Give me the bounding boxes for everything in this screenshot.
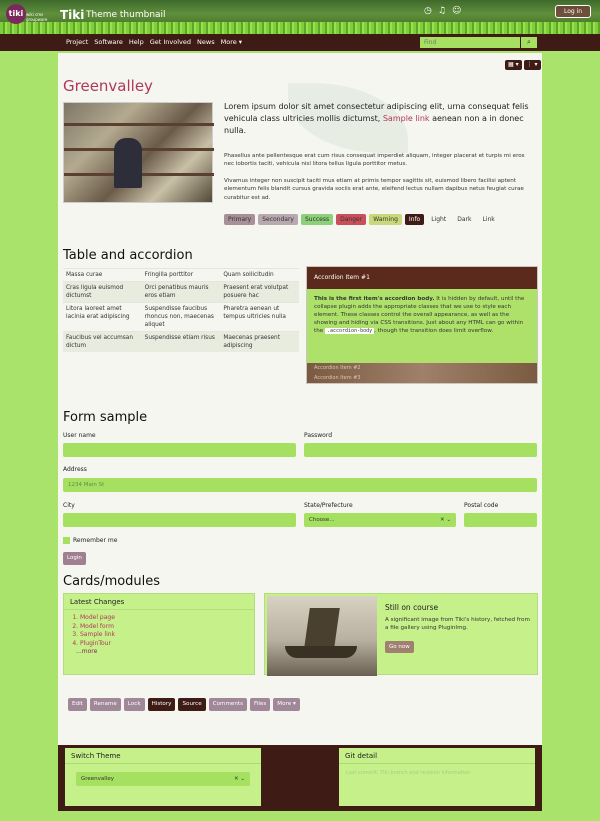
dark-button[interactable]: Dark bbox=[453, 214, 475, 225]
git-detail-module: Git detail Last commit: Tiki branch and … bbox=[339, 748, 535, 806]
clock-icon[interactable]: ◷ bbox=[424, 6, 432, 16]
site-subtitle: Theme thumbnail bbox=[86, 10, 166, 20]
primary-button[interactable]: Primary bbox=[224, 214, 256, 225]
remember-label: Remember me bbox=[73, 537, 118, 544]
go-now-button[interactable]: Go now bbox=[385, 641, 414, 653]
state-label: State/Prefecture bbox=[304, 502, 353, 509]
more-link[interactable]: ...more bbox=[64, 648, 254, 655]
success-button[interactable]: Success bbox=[300, 214, 334, 225]
history-button[interactable]: History bbox=[147, 698, 176, 711]
latest-changes-module: Latest Changes Model page Model form Sam… bbox=[63, 593, 255, 675]
cards-heading: Cards/modules bbox=[63, 574, 161, 589]
remember-checkbox[interactable] bbox=[63, 537, 70, 544]
list-item[interactable]: Model page bbox=[80, 614, 254, 623]
rename-button[interactable]: Rename bbox=[89, 698, 121, 711]
module-title: Latest Changes bbox=[64, 594, 254, 610]
page-title: Greenvalley bbox=[63, 77, 153, 95]
table-heading: Table and accordion bbox=[63, 248, 193, 263]
card-text: A significant image from Tiki's history,… bbox=[385, 617, 530, 631]
accordion-item-3-header[interactable]: Accordion Item #3 bbox=[307, 373, 537, 383]
lock-button[interactable]: Lock bbox=[123, 698, 145, 711]
accordion-body: This is the first item's accordion body.… bbox=[307, 289, 537, 363]
page-toolbar: ▦ ▾ ⋮ ▾ bbox=[505, 60, 541, 70]
image-card: Still on course A significant image from… bbox=[264, 593, 538, 676]
nav-item-help[interactable]: Help bbox=[129, 38, 144, 46]
list-item[interactable]: PluginTour bbox=[80, 640, 254, 649]
bell-icon[interactable]: ♫ bbox=[438, 6, 446, 16]
page-actions: Edit Rename Lock History Source Comments… bbox=[68, 698, 300, 711]
nav-item-get-involved[interactable]: Get Involved bbox=[150, 38, 191, 46]
grid-icon[interactable]: ▦ ▾ bbox=[505, 60, 522, 70]
logo-tagline: wiki cms groupware bbox=[26, 12, 48, 22]
edit-button[interactable]: Edit bbox=[68, 698, 87, 711]
grass-decoration bbox=[0, 22, 600, 34]
table-row: Cras ligula euismod dictumst Orci penatib… bbox=[63, 281, 299, 303]
form-heading: Form sample bbox=[63, 410, 148, 425]
nav-item-software[interactable]: Software bbox=[94, 38, 123, 46]
ship-photo bbox=[267, 596, 377, 676]
nav-item-more[interactable]: More ▾ bbox=[221, 38, 242, 46]
address-field[interactable]: 1234 Main St bbox=[63, 478, 537, 492]
list-item[interactable]: Sample link bbox=[80, 631, 254, 640]
postal-label: Postal code bbox=[464, 502, 499, 509]
light-button[interactable]: Light bbox=[427, 214, 450, 225]
accordion-item-1-header[interactable]: Accordion Item #1 bbox=[307, 267, 537, 289]
user-icon[interactable]: ☺ bbox=[452, 6, 461, 16]
paragraph-1: Phasellus ante pellentesque erat cum ris… bbox=[224, 153, 525, 168]
username-label: User name bbox=[63, 432, 96, 439]
sample-table: Massa curae Fringilla porttitor Quam solli… bbox=[63, 268, 299, 352]
comments-button[interactable]: Comments bbox=[208, 698, 248, 711]
lead-paragraph: Lorem ipsum dolor sit amet consectetur a… bbox=[224, 102, 529, 135]
address-label: Address bbox=[63, 466, 87, 473]
form-login-button[interactable]: Login bbox=[63, 552, 86, 565]
module-title: Git detail bbox=[339, 748, 535, 764]
state-select[interactable]: Choose... ✕ ⌄ bbox=[304, 513, 456, 527]
danger-button[interactable]: Danger bbox=[336, 214, 367, 225]
paragraph-2: Vivamus integer non suscipit taciti mus … bbox=[224, 178, 524, 201]
login-button[interactable]: Log in bbox=[555, 5, 591, 18]
search-input[interactable] bbox=[420, 37, 520, 48]
top-navbar: Project Software Help Get Involved News … bbox=[0, 34, 600, 51]
link-button[interactable]: Link bbox=[478, 214, 498, 225]
tiki-logo[interactable]: tiki bbox=[6, 4, 26, 24]
info-button[interactable]: Info bbox=[404, 214, 425, 225]
card-title: Still on course bbox=[385, 603, 439, 612]
nav-item-news[interactable]: News bbox=[197, 38, 215, 46]
password-field[interactable] bbox=[304, 443, 537, 457]
store-photo bbox=[63, 102, 214, 203]
search-icon[interactable]: ⌕ bbox=[521, 37, 537, 48]
secondary-button[interactable]: Secondary bbox=[258, 214, 298, 225]
password-label: Password bbox=[304, 432, 333, 439]
accordion-item-2-header[interactable]: Accordion Item #2 bbox=[307, 363, 537, 373]
postal-field[interactable] bbox=[464, 513, 537, 527]
theme-select[interactable]: Greenvalley ✕ ⌄ bbox=[76, 772, 250, 786]
git-text: Last commit: Tiki branch and revision in… bbox=[346, 770, 471, 776]
nav-menu: Project Software Help Get Involved News … bbox=[66, 38, 242, 46]
latest-list: Model page Model form Sample link Plugin… bbox=[64, 610, 254, 648]
city-field[interactable] bbox=[63, 513, 296, 527]
table-row: Faucibus vel accumsan dictum Suspendisse … bbox=[63, 331, 299, 352]
table-row: Massa curae Fringilla porttitor Quam solli… bbox=[63, 268, 299, 282]
switch-theme-module: Switch Theme Greenvalley ✕ ⌄ bbox=[65, 748, 261, 806]
city-label: City bbox=[63, 502, 75, 509]
module-title: Switch Theme bbox=[65, 748, 261, 764]
username-field[interactable] bbox=[63, 443, 296, 457]
more-button[interactable]: More ▾ bbox=[273, 698, 300, 711]
table-row: Litora laoreet amet lacinia erat adipisc… bbox=[63, 302, 299, 332]
list-item[interactable]: Model form bbox=[80, 623, 254, 632]
files-button[interactable]: Files bbox=[250, 698, 271, 711]
menu-icon[interactable]: ⋮ ▾ bbox=[523, 60, 541, 70]
clear-chevron-icon[interactable]: ✕ ⌄ bbox=[440, 513, 451, 527]
site-title[interactable]: Tiki bbox=[60, 8, 84, 22]
source-button[interactable]: Source bbox=[178, 698, 206, 711]
clear-chevron-icon[interactable]: ✕ ⌄ bbox=[234, 772, 245, 786]
warning-button[interactable]: Warning bbox=[369, 214, 402, 225]
sample-link[interactable]: Sample link bbox=[383, 114, 430, 123]
header-icons: ◷ ♫ ☺ bbox=[424, 6, 467, 16]
accordion: Accordion Item #1 This is the first item… bbox=[306, 266, 538, 384]
button-samples: Primary Secondary Success Danger Warning… bbox=[224, 214, 499, 225]
nav-item-project[interactable]: Project bbox=[66, 38, 88, 46]
site-header: tiki wiki cms groupware Tiki Theme thumb… bbox=[0, 0, 600, 34]
